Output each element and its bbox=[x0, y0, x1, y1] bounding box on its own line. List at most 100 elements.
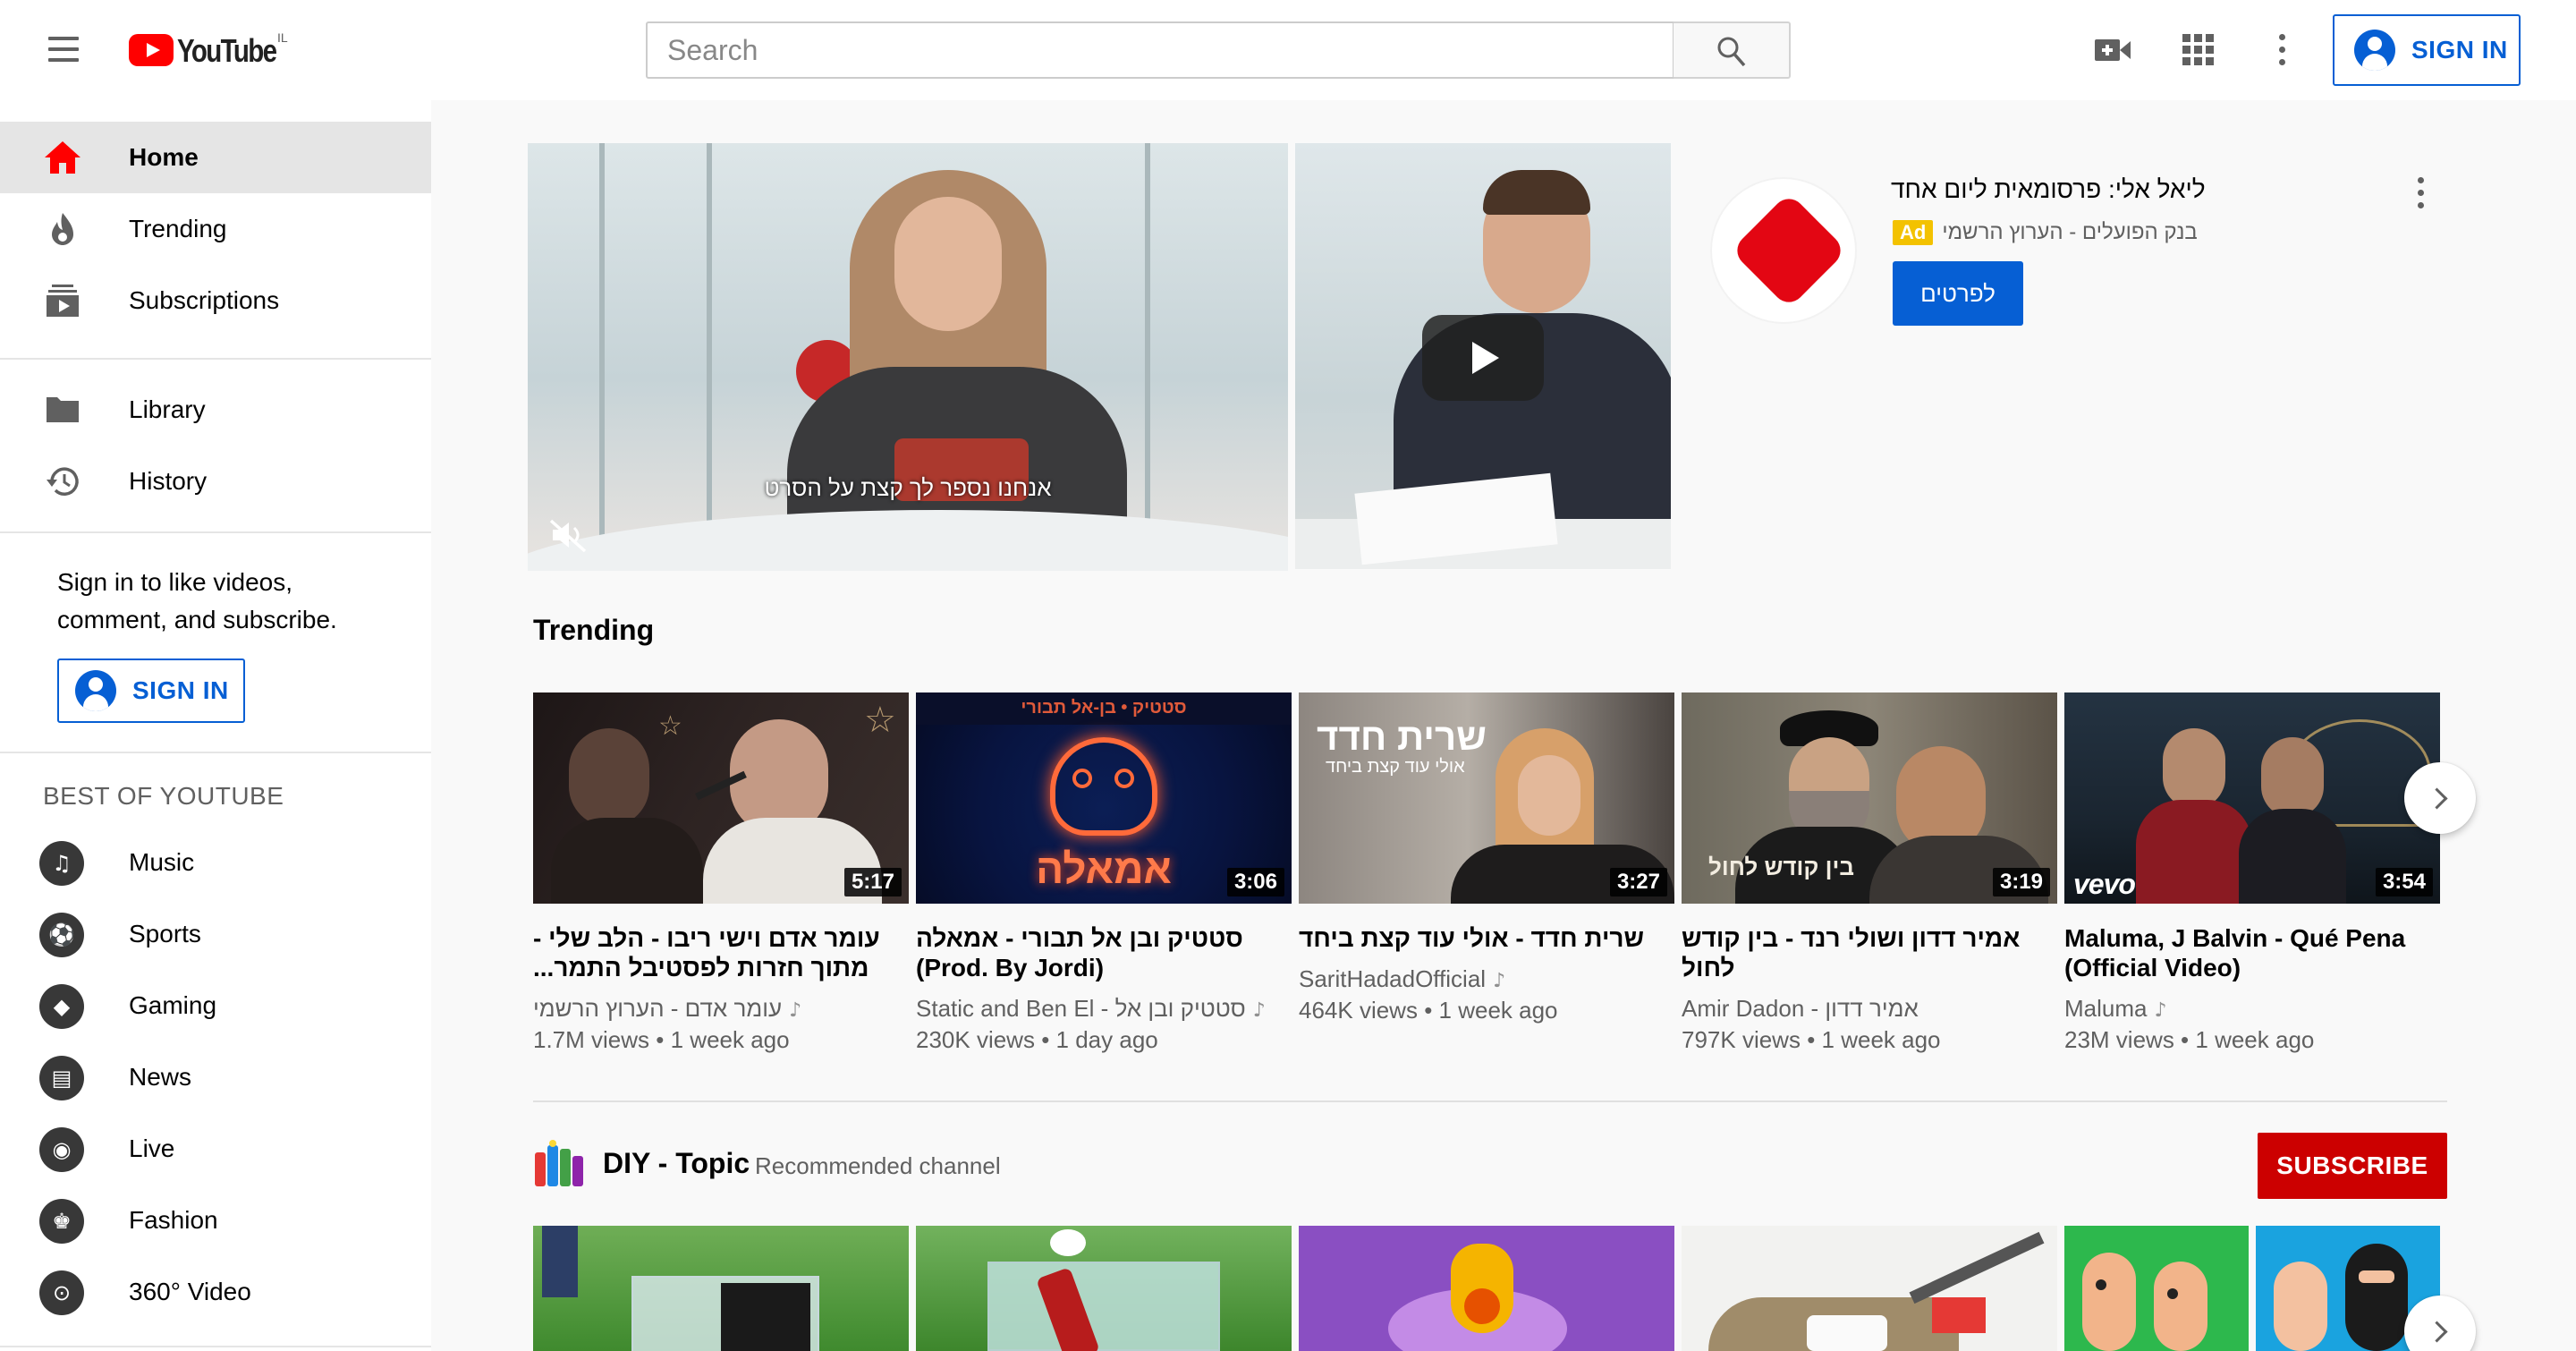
ad-title[interactable]: ליאל אלי: פרסומאית ליום אחד bbox=[1891, 175, 2231, 204]
sidebar-item-subscriptions[interactable]: Subscriptions bbox=[0, 265, 431, 336]
video-title[interactable]: סטטיק ובן אל תבורי - אמאלה (Prod. By Jor… bbox=[916, 923, 1292, 982]
logo-text: YouTube bbox=[177, 32, 277, 69]
video-card: שרית חדד אולי עוד קצת ביחד 3:27 שרית חדד… bbox=[1299, 692, 1674, 1024]
youtube-logo[interactable]: YouTube IL bbox=[129, 30, 298, 69]
sidebar-item-label: Gaming bbox=[129, 991, 217, 1019]
thumbnail-song-text: בין קודש לחול bbox=[1708, 854, 1854, 880]
sidebar-item-music[interactable]: ♫ Music bbox=[0, 827, 431, 898]
channel-name: Amir Dadon - אמיר דדון bbox=[1682, 995, 1919, 1022]
channel-name: Maluma bbox=[2064, 995, 2148, 1022]
video-thumbnail[interactable] bbox=[1299, 1226, 1674, 1351]
gaming-icon: ◆ bbox=[39, 984, 84, 1029]
video-thumbnail[interactable]: בין קודש לחול 3:19 bbox=[1682, 692, 2057, 904]
sidebar-item-gaming[interactable]: ◆ Gaming bbox=[0, 970, 431, 1041]
view-count: 230K views bbox=[916, 1026, 1035, 1053]
sidebar-item-news[interactable]: ▤ News bbox=[0, 1041, 431, 1113]
ad-cta-button[interactable]: לפרטים bbox=[1893, 261, 2023, 326]
sidebar-item-label: Home bbox=[129, 143, 199, 171]
diy-channel-avatar[interactable] bbox=[531, 1140, 589, 1190]
video-title[interactable]: שרית חדד - אולי עוד קצת ביחד bbox=[1299, 923, 1674, 953]
play-icon[interactable] bbox=[1422, 315, 1544, 401]
shelf-next-arrow-icon[interactable] bbox=[2404, 762, 2476, 834]
view-count: 464K views bbox=[1299, 997, 1418, 1024]
trending-shelf-title[interactable]: Trending bbox=[533, 614, 654, 647]
settings-kebab-icon[interactable] bbox=[2276, 32, 2287, 68]
video-thumbnail[interactable] bbox=[2064, 1226, 2249, 1351]
video-thumbnail[interactable]: שרית חדד אולי עוד קצת ביחד 3:27 bbox=[1299, 692, 1674, 904]
history-icon bbox=[47, 467, 79, 496]
video-thumbnail[interactable] bbox=[916, 1226, 1292, 1351]
news-icon: ▤ bbox=[39, 1056, 84, 1100]
menu-icon[interactable] bbox=[45, 35, 82, 64]
account-icon bbox=[75, 670, 116, 711]
video-card: vevo 3:54 Maluma, J Balvin - Qué Pena (O… bbox=[2064, 692, 2440, 1054]
music-note-icon: ♪ bbox=[2154, 999, 2167, 1022]
upload-age: 1 week ago bbox=[1438, 997, 1558, 1024]
search-input[interactable] bbox=[646, 21, 1674, 79]
channel-shelf-name[interactable]: DIY - Topic bbox=[603, 1147, 750, 1180]
sidebar-item-label: 360° Video bbox=[129, 1278, 251, 1305]
upload-age: 1 week ago bbox=[1821, 1026, 1941, 1053]
ad-video-player[interactable]: אנחנו נספר לך קצת על הסרט bbox=[528, 143, 1288, 571]
thumbnail-song-text: אולי עוד קצת ביחד bbox=[1326, 757, 1465, 777]
video-thumbnail[interactable]: vevo 3:54 bbox=[2064, 692, 2440, 904]
view-count: 1.7M views bbox=[533, 1026, 650, 1053]
play-logo-icon bbox=[129, 34, 174, 66]
video-channel[interactable]: Maluma ♪ bbox=[2064, 995, 2440, 1023]
subscribe-button[interactable]: SUBSCRIBE bbox=[2258, 1133, 2447, 1199]
sidebar-item-fashion[interactable]: ♚ Fashion bbox=[0, 1185, 431, 1256]
create-video-icon[interactable] bbox=[2093, 30, 2132, 70]
channel-name: SaritHadadOfficial bbox=[1299, 965, 1487, 992]
ad-video-thumbnail[interactable] bbox=[1295, 143, 1671, 569]
sidebar-item-history[interactable]: History bbox=[0, 446, 431, 517]
video-duration: 3:06 bbox=[1226, 868, 1284, 896]
upload-age: 1 week ago bbox=[2195, 1026, 2315, 1053]
music-note-icon: ♪ bbox=[1493, 970, 1506, 992]
sidebar-item-live[interactable]: ◉ Live bbox=[0, 1113, 431, 1185]
video-subtitle: אנחנו נספר לך קצת על הסרט bbox=[764, 474, 1052, 501]
bank-logo-icon bbox=[1730, 191, 1848, 310]
video-card: סטטיק • בן-אל תבורי אמאלה 3:06 סטטיק ובן… bbox=[916, 692, 1292, 1054]
upload-age: 1 day ago bbox=[1055, 1026, 1158, 1053]
music-note-icon: ♪ bbox=[1252, 999, 1266, 1022]
vevo-logo-text: vevo bbox=[2073, 868, 2136, 900]
video-thumbnail[interactable] bbox=[1682, 1226, 2057, 1351]
video-thumbnail[interactable]: סטטיק • בן-אל תבורי אמאלה 3:06 bbox=[916, 692, 1292, 904]
video-title[interactable]: Maluma, J Balvin - Qué Pena (Official Vi… bbox=[2064, 923, 2440, 982]
video-channel[interactable]: Amir Dadon - אמיר דדון bbox=[1682, 995, 2057, 1023]
video-title[interactable]: אמיר דדון ושולי רנד - בין קודש לחול bbox=[1682, 923, 2057, 982]
channel-shelf-subtitle: Recommended channel bbox=[755, 1152, 1001, 1179]
video-card: ☆ ☆ 5:17 עומר אדם וישי ריבו - הלב שלי - … bbox=[533, 692, 909, 1054]
video-channel[interactable]: Static and Ben El - סטטיק ובן אל ♪ bbox=[916, 995, 1292, 1023]
ad-channel-logo[interactable] bbox=[1712, 179, 1855, 322]
sidebar-sign-in-button[interactable]: SIGN IN bbox=[57, 659, 245, 723]
sidebar-item-label: Subscriptions bbox=[129, 286, 280, 314]
header-sign-in-label: SIGN IN bbox=[2411, 36, 2508, 64]
thumbnail-artist-text: שרית חדד bbox=[1317, 716, 1487, 758]
sidebar-item-library[interactable]: Library bbox=[0, 374, 431, 446]
ad-more-options-icon[interactable] bbox=[2415, 175, 2426, 211]
search-icon bbox=[1717, 37, 1746, 67]
sidebar-item-home[interactable]: Home bbox=[0, 122, 431, 193]
ad-channel-name[interactable]: בנק הפועלים - הערוץ הרשמי bbox=[1942, 220, 2197, 245]
view-count: 23M views bbox=[2064, 1026, 2174, 1053]
apps-grid-icon[interactable] bbox=[2179, 30, 2218, 70]
sidebar-item-360-video[interactable]: ⊙ 360° Video bbox=[0, 1256, 431, 1328]
video-thumbnail[interactable]: ☆ ☆ 5:17 bbox=[533, 692, 909, 904]
sidebar-item-label: Sports bbox=[129, 920, 201, 947]
sidebar-sign-in-label: SIGN IN bbox=[132, 676, 229, 704]
sidebar-item-sports[interactable]: ⚽ Sports bbox=[0, 898, 431, 970]
video-channel[interactable]: SaritHadadOfficial ♪ bbox=[1299, 965, 1674, 993]
header-sign-in-button[interactable]: SIGN IN bbox=[2333, 14, 2521, 86]
video-channel[interactable]: עומר אדם - הערוץ הרשמי ♪ bbox=[533, 995, 909, 1023]
sidebar-divider bbox=[0, 358, 431, 360]
sidebar-divider bbox=[0, 752, 431, 753]
mute-icon[interactable] bbox=[549, 517, 589, 553]
video-thumbnail[interactable] bbox=[533, 1226, 909, 1351]
sidebar-item-trending[interactable]: Trending bbox=[0, 193, 431, 265]
search-button[interactable] bbox=[1674, 21, 1791, 79]
sidebar-divider bbox=[0, 531, 431, 533]
video-title[interactable]: עומר אדם וישי ריבו - הלב שלי - מתוך חזרו… bbox=[533, 923, 909, 982]
video-duration: 3:27 bbox=[1609, 868, 1667, 896]
sidebar-item-label: Fashion bbox=[129, 1206, 218, 1234]
